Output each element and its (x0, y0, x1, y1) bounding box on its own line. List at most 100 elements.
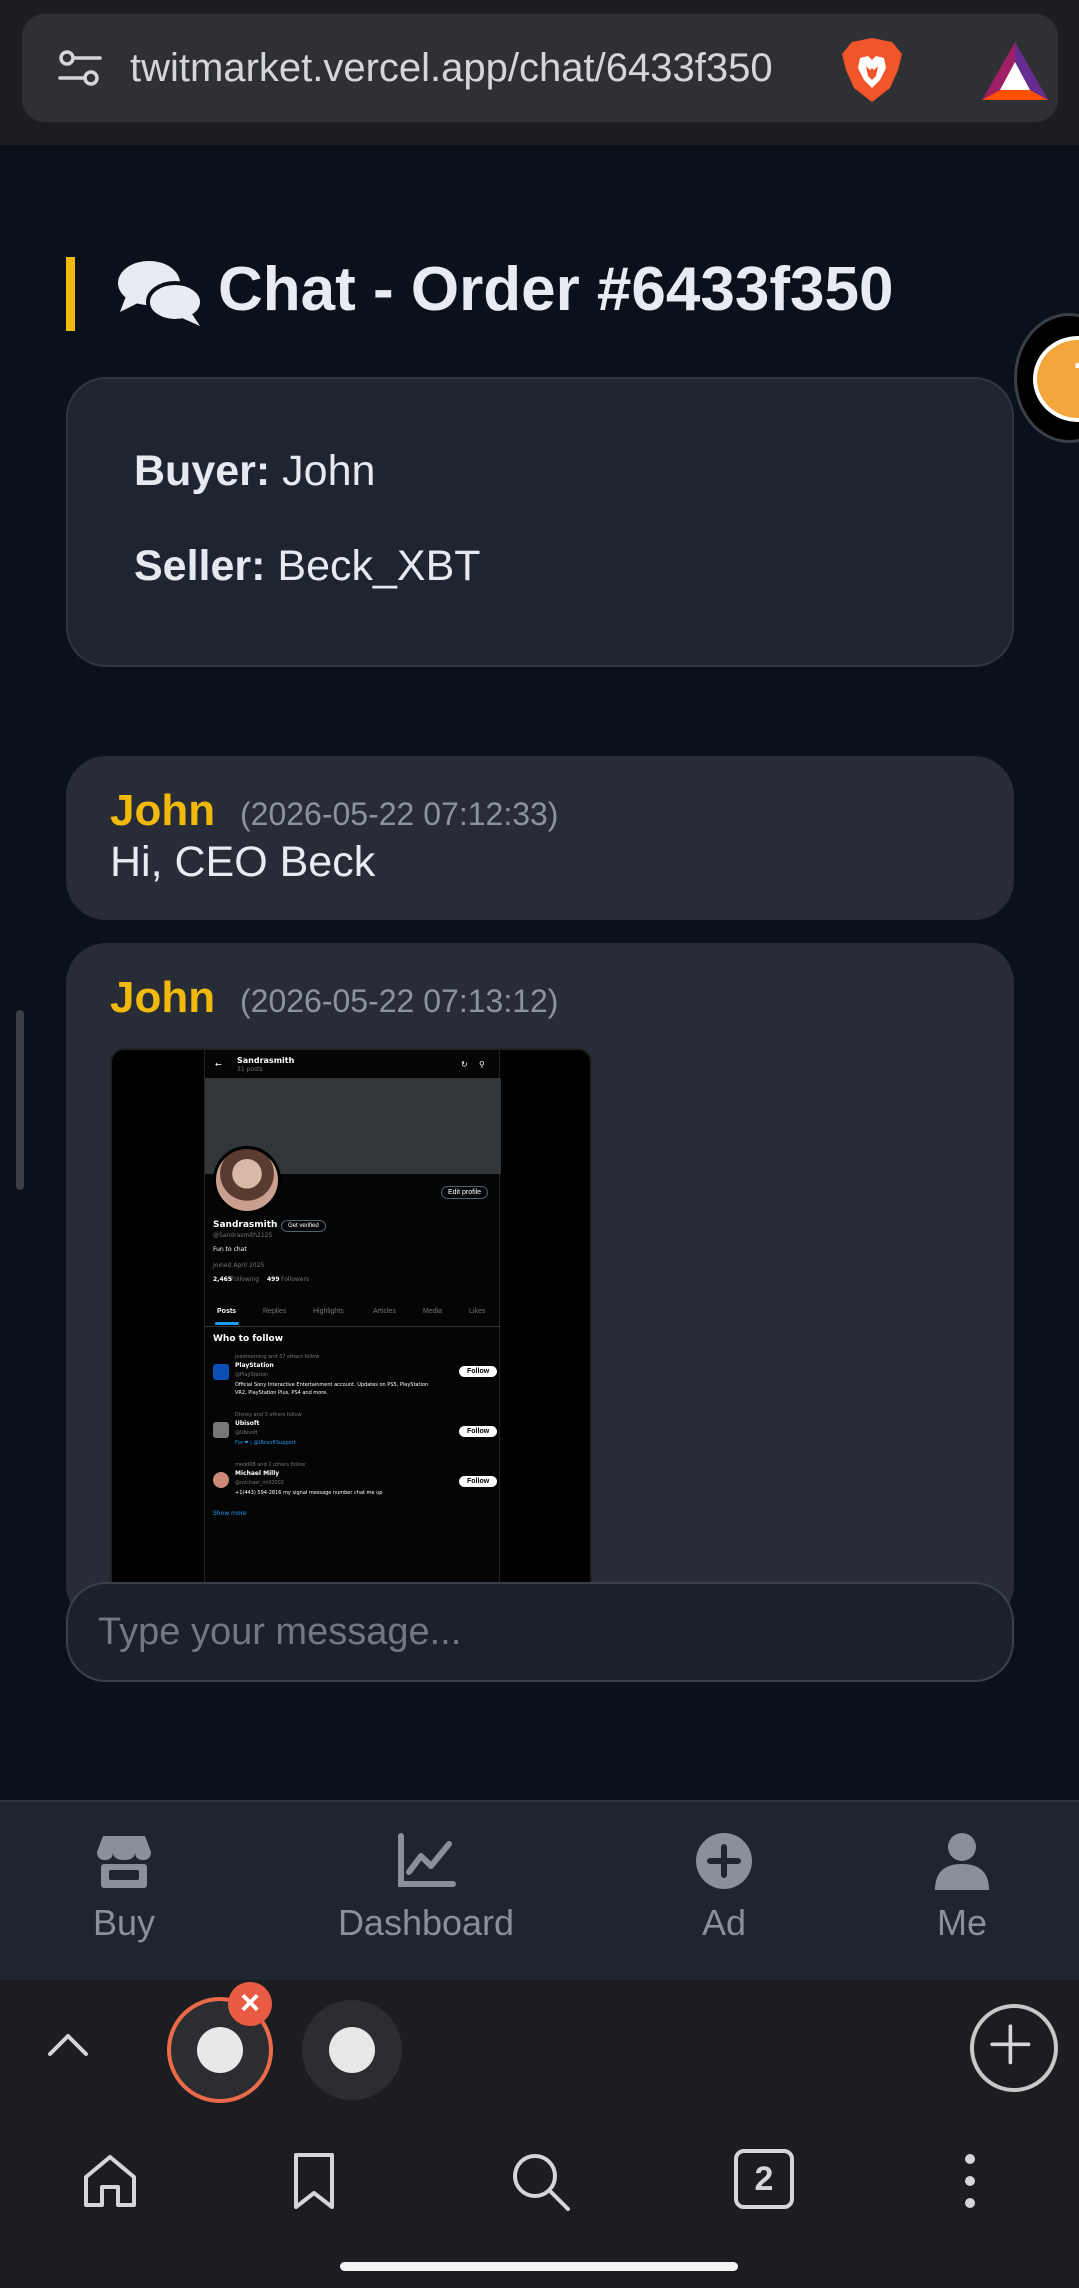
suggestion-desc-2: VR2, PlayStation Plus, PS4 and more. (235, 1390, 328, 1396)
suggestion-handle: @Ubisoft (235, 1430, 258, 1436)
suggestion-desc: +1(443) 594-2816 my signal message numbe… (235, 1490, 383, 1496)
message-input[interactable] (98, 1604, 978, 1660)
shot-bio: Fun to chat (213, 1246, 247, 1253)
tab-switcher-button[interactable]: 2 (734, 2149, 794, 2209)
address-bar[interactable]: twitmarket.vercel.app/chat/6433f350 (22, 14, 1058, 122)
order-info-card: Buyer: John Seller: Beck_XBT (66, 377, 1014, 667)
refresh-icon: ↻ (461, 1060, 468, 1069)
back-arrow-icon: ← (215, 1060, 222, 1069)
get-verified-badge: Get verified (281, 1220, 326, 1232)
suggestion-context: Disney and 3 others follow (235, 1412, 302, 1418)
image-attachment[interactable]: ← Sandrasmith 31 posts ↻ ⚲ Edit profile … (110, 1048, 592, 1598)
plus-circle-icon (696, 1833, 752, 1889)
suggestion-name: Michael Milly (235, 1470, 280, 1477)
profile-screenshot: ← Sandrasmith 31 posts ↻ ⚲ Edit profile … (204, 1050, 501, 1596)
nav-me[interactable]: Me (842, 1832, 1079, 1962)
scroll-indicator[interactable] (16, 1010, 24, 1190)
home-icon[interactable] (78, 2149, 142, 2213)
shot-followers-count: 499 (267, 1276, 280, 1283)
shot-tab-replies: Replies (263, 1308, 287, 1315)
suggestion-name: Ubisoft (235, 1420, 260, 1427)
shot-joined: Joined April 2025 (213, 1262, 265, 1269)
message-input-container (66, 1582, 1014, 1682)
shot-followers-label: Followers (281, 1276, 310, 1283)
bookmark-icon[interactable] (282, 2149, 346, 2213)
comments-icon (118, 261, 204, 326)
user-icon (935, 1833, 989, 1890)
avatar (213, 1146, 281, 1214)
shot-header-name: Sandrasmith (237, 1056, 295, 1065)
follow-button: Follow (459, 1366, 498, 1377)
browser-toolbar: twitmarket.vercel.app/chat/6433f350 (0, 0, 1079, 145)
browser-tab-strip: × (0, 1980, 1079, 2115)
suggestion-context: medd08 and 2 others follow (235, 1462, 306, 1468)
avatar (213, 1472, 229, 1488)
store-icon (97, 1836, 151, 1888)
rewards-triangle-icon[interactable] (980, 40, 1050, 102)
floating-button-face[interactable]: T (1033, 336, 1079, 422)
seller-name: Beck_XBT (277, 542, 481, 590)
shot-following-count: 2,465 (213, 1276, 232, 1283)
globe-icon (329, 2027, 375, 2073)
globe-icon (197, 2027, 243, 2073)
tab-thumbnail[interactable] (302, 2000, 402, 2100)
new-tab-plus-icon[interactable] (970, 2004, 1058, 2092)
shot-tab-posts: Posts (217, 1308, 237, 1315)
message-timestamp: (2026-05-22 07:12:33) (240, 796, 559, 832)
shot-handle: @Sandrasmith2125 (213, 1232, 273, 1239)
buyer-name: John (282, 447, 376, 495)
floating-button-glyph: T (1075, 354, 1079, 404)
edit-profile-button: Edit profile (441, 1186, 489, 1199)
shot-tab-highlights: Highlights (313, 1308, 344, 1315)
suggestion-context: joedmorning and 37 others follow (235, 1354, 320, 1360)
shot-tab-articles: Articles (373, 1308, 396, 1315)
buyer-row: Buyer: John (134, 447, 375, 496)
follow-button: Follow (459, 1426, 498, 1437)
chat-message: John (2026-05-22 07:12:33) Hi, CEO Beck (66, 756, 1014, 920)
tune-icon[interactable] (58, 48, 102, 88)
close-tab-button[interactable]: × (228, 1982, 272, 2026)
shot-tab-likes: Likes (469, 1308, 486, 1315)
nav-dashboard[interactable]: Dashboard (306, 1832, 546, 1962)
follow-button: Follow (459, 1476, 498, 1487)
who-to-follow-heading: Who to follow (213, 1334, 284, 1344)
search-icon: ⚲ (479, 1060, 485, 1069)
nav-label: Ad (701, 1902, 747, 1943)
nav-label: Me (936, 1902, 987, 1943)
search-icon[interactable] (508, 2149, 572, 2213)
show-more-link: Show more (213, 1510, 247, 1517)
chart-line-icon (398, 1833, 456, 1887)
floating-action-button[interactable]: T (1014, 313, 1079, 443)
nav-buy[interactable]: Buy (4, 1832, 244, 1962)
nav-label: Buy (92, 1902, 156, 1943)
shot-header-posts: 31 posts (237, 1066, 263, 1073)
divider (205, 1326, 501, 1327)
buyer-label: Buyer: (134, 447, 271, 495)
page-title: Chat - Order #6433f350 (218, 255, 894, 324)
shot-display-name: Sandrasmith (213, 1220, 278, 1230)
message-timestamp: (2026-05-22 07:13:12) (240, 983, 559, 1019)
brave-shield-icon[interactable] (840, 36, 904, 104)
suggestion-handle: @PlayStation (235, 1372, 269, 1378)
title-accent-bar (66, 257, 75, 331)
message-sender: John (110, 973, 216, 1022)
chat-message: John (2026-05-22 07:13:12) ← Sandrasmith… (66, 943, 1014, 1625)
seller-label: Seller: (134, 542, 266, 590)
shot-tab-media: Media (423, 1308, 443, 1315)
playstation-logo-icon (213, 1364, 229, 1380)
nav-label: Dashboard (337, 1902, 515, 1943)
chevron-up-icon[interactable] (46, 2024, 90, 2064)
message-sender: John (110, 786, 216, 835)
shot-following-label: Following (231, 1276, 260, 1283)
message-text: Hi, CEO Beck (110, 838, 376, 886)
suggestion-desc: For ❤ | @UbisoftSupport (235, 1440, 296, 1446)
url-text[interactable]: twitmarket.vercel.app/chat/6433f350 (130, 42, 835, 94)
active-tab-underline (215, 1322, 239, 1325)
nav-ad[interactable]: Ad (604, 1832, 844, 1962)
app-bottom-nav: Buy Dashboard Ad Me (0, 1800, 1079, 1980)
suggestion-name: PlayStation (235, 1362, 274, 1369)
ubisoft-logo-icon (213, 1422, 229, 1438)
seller-row: Seller: Beck_XBT (134, 542, 481, 591)
more-options-icon[interactable] (938, 2149, 1002, 2213)
gesture-home-bar[interactable] (340, 2262, 738, 2271)
